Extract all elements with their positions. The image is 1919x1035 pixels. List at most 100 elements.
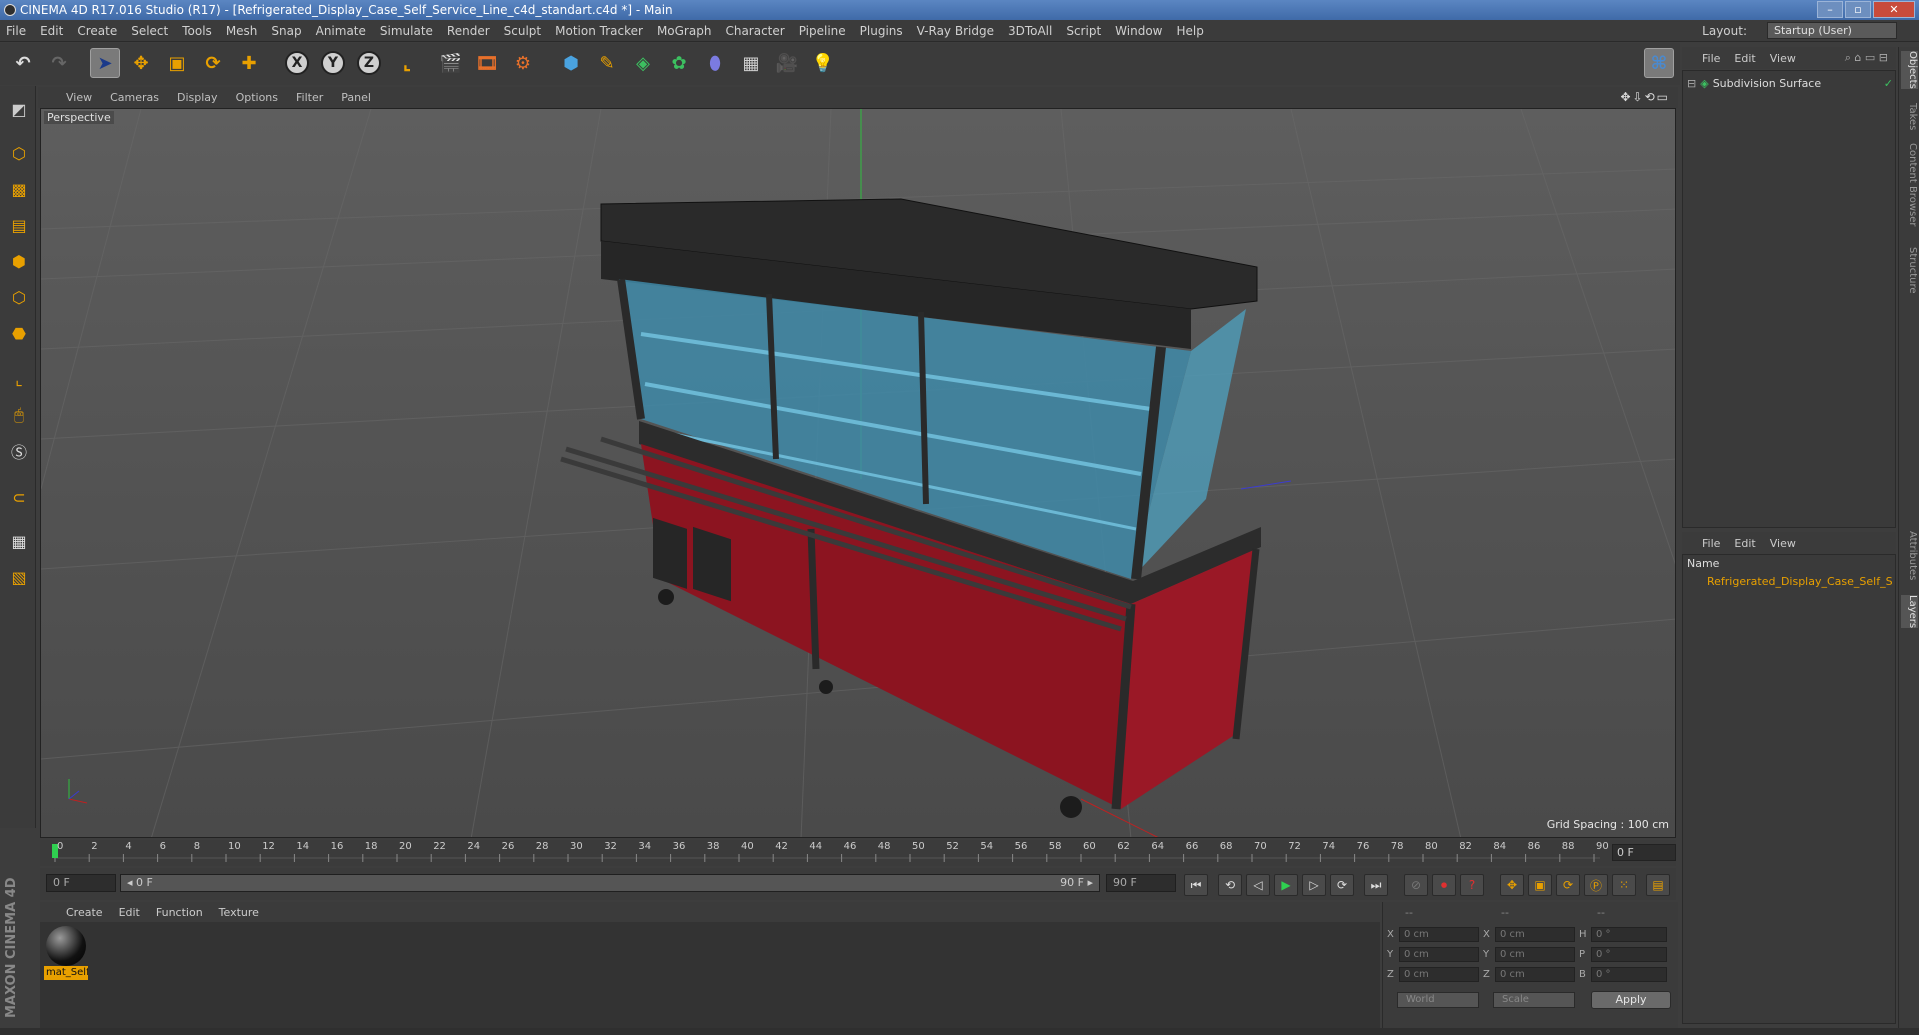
menu-pipeline[interactable]: Pipeline: [799, 24, 846, 38]
layout-select[interactable]: Startup (User): [1767, 22, 1897, 39]
next-frame-icon[interactable]: ▷: [1302, 874, 1326, 896]
timeline-window-icon[interactable]: ▤: [1646, 874, 1670, 896]
menu-window[interactable]: Window: [1115, 24, 1162, 38]
timeline-ruler[interactable]: 0 2 4 6 8 10 12 14 16 18 20 22 24 26 28 30 32 34 36 38 40 42 4…: [40, 840, 1676, 866]
render-view-icon[interactable]: 🎬: [436, 48, 466, 78]
close-button[interactable]: ✕: [1873, 1, 1915, 18]
next-key-icon[interactable]: ⟳: [1330, 874, 1354, 896]
key-pla-icon[interactable]: ⁙: [1612, 874, 1636, 896]
size-mode-select[interactable]: Scale: [1493, 992, 1575, 1008]
viewport-menu-options[interactable]: Options: [236, 91, 278, 104]
viewport-menu-view[interactable]: View: [66, 91, 92, 104]
position-x-field[interactable]: 0 cm: [1399, 926, 1479, 942]
axis-mode-icon[interactable]: ⌞: [4, 364, 34, 394]
coordinate-system-icon[interactable]: ⌞: [392, 48, 422, 78]
material-menu-create[interactable]: Create: [66, 906, 103, 919]
menu-script[interactable]: Script: [1066, 24, 1101, 38]
rotation-h-field[interactable]: 0 °: [1591, 926, 1667, 942]
layer-menu-view[interactable]: View: [1770, 537, 1796, 550]
edges-mode-icon[interactable]: ⬡: [4, 282, 34, 312]
rotate-tool-icon[interactable]: ⟳: [198, 48, 228, 78]
workplane-lock-icon[interactable]: ▦: [4, 526, 34, 556]
menu-file[interactable]: File: [6, 24, 26, 38]
menu-mesh[interactable]: Mesh: [226, 24, 258, 38]
polygons-mode-icon[interactable]: ⬣: [4, 318, 34, 348]
previous-key-icon[interactable]: ⟲: [1218, 874, 1242, 896]
rotation-p-field[interactable]: 0 °: [1591, 946, 1667, 962]
transform-tool-icon[interactable]: ✚: [234, 48, 264, 78]
go-to-start-icon[interactable]: ⏮: [1184, 874, 1208, 896]
object-menu-view[interactable]: View: [1770, 52, 1796, 65]
menu-help[interactable]: Help: [1176, 24, 1203, 38]
floor-environment-icon[interactable]: ▦: [736, 48, 766, 78]
object-menu-edit[interactable]: Edit: [1734, 52, 1755, 65]
viewport-menu-filter[interactable]: Filter: [296, 91, 323, 104]
position-y-field[interactable]: 0 cm: [1399, 946, 1479, 962]
menu-render[interactable]: Render: [447, 24, 490, 38]
size-z-field[interactable]: 0 cm: [1495, 966, 1575, 982]
tab-attributes[interactable]: Attributes: [1901, 531, 1918, 580]
frame-range-slider[interactable]: ◂ 0 F 90 F ▸: [120, 874, 1100, 892]
key-rotation-icon[interactable]: ⟳: [1556, 874, 1580, 896]
tab-layers[interactable]: Layers: [1901, 595, 1918, 629]
expand-icon[interactable]: ⊟: [1687, 77, 1696, 90]
previous-frame-icon[interactable]: ◁: [1246, 874, 1270, 896]
viewport-navigation-icons[interactable]: ✥⇩⟲▭: [1620, 90, 1670, 104]
y-axis-lock-button[interactable]: Y: [318, 48, 348, 78]
menu-sculpt[interactable]: Sculpt: [504, 24, 541, 38]
points-mode-icon[interactable]: ⬢: [4, 246, 34, 276]
spline-pen-icon[interactable]: ✎: [592, 48, 622, 78]
end-frame-field[interactable]: 90 F: [1106, 874, 1176, 892]
cube-primitive-icon[interactable]: ⬢: [556, 48, 586, 78]
minimize-button[interactable]: –: [1817, 1, 1843, 18]
quantize-icon[interactable]: ▧: [4, 562, 34, 592]
play-forward-icon[interactable]: ▶: [1274, 874, 1298, 896]
texture-mode-icon[interactable]: ▩: [4, 174, 34, 204]
python-icon[interactable]: ⌘: [1644, 48, 1674, 78]
move-tool-icon[interactable]: ✥: [126, 48, 156, 78]
solo-mode-icon[interactable]: Ⓢ: [4, 436, 34, 466]
camera-icon[interactable]: 🎥: [772, 48, 802, 78]
workplane-mode-icon[interactable]: ▤: [4, 210, 34, 240]
menu-create[interactable]: Create: [77, 24, 117, 38]
perspective-viewport[interactable]: Perspective Grid Spacing : 100 cm: [40, 108, 1676, 838]
autokey-icon[interactable]: ?: [1460, 874, 1484, 896]
z-axis-lock-button[interactable]: Z: [354, 48, 384, 78]
start-frame-field[interactable]: 0 F: [46, 874, 116, 892]
render-picture-viewer-icon[interactable]: 🎞: [472, 48, 502, 78]
deformer-icon[interactable]: ⬮: [700, 48, 730, 78]
menu-tools[interactable]: Tools: [182, 24, 212, 38]
record-keys-icon[interactable]: ⏺: [1432, 874, 1456, 896]
tab-structure[interactable]: Structure: [1901, 247, 1918, 294]
key-position-icon[interactable]: ✥: [1500, 874, 1524, 896]
menu-plugins[interactable]: Plugins: [860, 24, 903, 38]
size-y-field[interactable]: 0 cm: [1495, 946, 1575, 962]
key-parameter-icon[interactable]: Ⓟ: [1584, 874, 1608, 896]
menu-edit[interactable]: Edit: [40, 24, 63, 38]
x-axis-lock-button[interactable]: X: [282, 48, 312, 78]
scale-tool-icon[interactable]: ▣: [162, 48, 192, 78]
material-menu-edit[interactable]: Edit: [119, 906, 140, 919]
undo-icon[interactable]: ↶: [8, 48, 38, 78]
menu-select[interactable]: Select: [131, 24, 168, 38]
object-enabled-check-icon[interactable]: ✓: [1884, 77, 1893, 90]
layer-row[interactable]: Refrigerated_Display_Case_Self_Se: [1687, 573, 1893, 589]
go-to-end-icon[interactable]: ⏭: [1364, 874, 1388, 896]
material-swatch[interactable]: mat_Self: [44, 926, 88, 982]
maximize-button[interactable]: ▫: [1845, 1, 1871, 18]
model-mode-icon[interactable]: ⬡: [4, 138, 34, 168]
mograph-cloner-icon[interactable]: ✿: [664, 48, 694, 78]
layer-menu-edit[interactable]: Edit: [1734, 537, 1755, 550]
current-frame-field[interactable]: 0 F: [1612, 844, 1676, 861]
menu-3dtoall[interactable]: 3DToAll: [1008, 24, 1052, 38]
object-menu-file[interactable]: File: [1702, 52, 1720, 65]
menu-mograph[interactable]: MoGraph: [657, 24, 712, 38]
menu-character[interactable]: Character: [725, 24, 784, 38]
rotation-b-field[interactable]: 0 °: [1591, 966, 1667, 982]
render-settings-icon[interactable]: ⚙: [508, 48, 538, 78]
light-icon[interactable]: 💡: [808, 48, 838, 78]
menu-vray-bridge[interactable]: V-Ray Bridge: [917, 24, 994, 38]
object-manager-search-icon[interactable]: ⌕ ⌂ ▭ ⊟: [1845, 51, 1888, 65]
viewport-menu-display[interactable]: Display: [177, 91, 218, 104]
apply-button[interactable]: Apply: [1591, 991, 1671, 1009]
